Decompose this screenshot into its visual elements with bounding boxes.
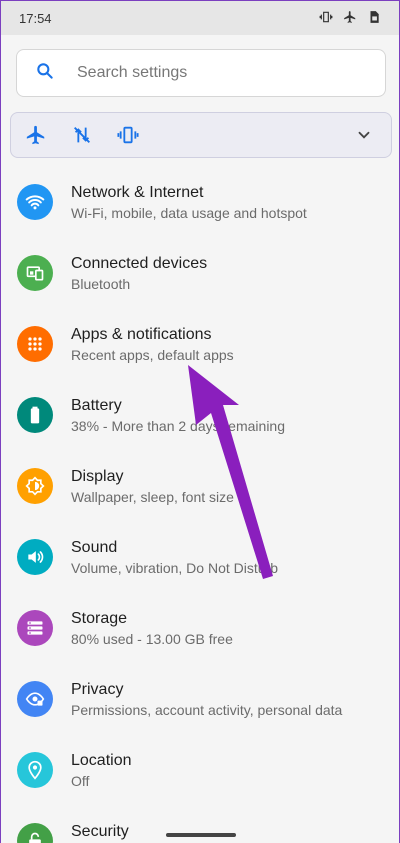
settings-item-display[interactable]: Display Wallpaper, sleep, font size — [1, 452, 400, 523]
volume-icon — [17, 539, 53, 575]
storage-icon — [17, 610, 53, 646]
no-data-icon[interactable] — [71, 124, 93, 146]
settings-item-title: Apps & notifications — [71, 326, 212, 343]
settings-item-subtitle: 80% used - 13.00 GB free — [71, 631, 233, 647]
battery-icon — [17, 397, 53, 433]
settings-list: Network & Internet Wi-Fi, mobile, data u… — [1, 168, 400, 843]
settings-item-title: Connected devices — [71, 255, 208, 272]
settings-item-location[interactable]: Location Off — [1, 736, 400, 807]
settings-item-subtitle: 38% - More than 2 days remaining — [71, 418, 285, 434]
vibrate-icon[interactable] — [117, 124, 139, 146]
brightness-icon — [17, 468, 53, 504]
search-input[interactable] — [77, 64, 357, 82]
location-pin-icon — [17, 752, 53, 788]
status-bar: 17:54 — [1, 1, 399, 35]
settings-item-title: Battery — [71, 397, 122, 414]
settings-item-network[interactable]: Network & Internet Wi-Fi, mobile, data u… — [1, 168, 400, 239]
search-icon — [35, 61, 55, 86]
settings-item-privacy[interactable]: Privacy Permissions, account activity, p… — [1, 665, 400, 736]
settings-item-title: Privacy — [71, 681, 124, 698]
settings-screen: Network & Internet Wi-Fi, mobile, data u… — [1, 35, 399, 843]
home-indicator[interactable] — [166, 833, 236, 837]
vibrate-icon — [319, 10, 333, 27]
status-icons — [319, 10, 381, 27]
settings-item-security[interactable]: Security — [1, 807, 400, 843]
settings-item-apps[interactable]: Apps & notifications Recent apps, defaul… — [1, 310, 400, 381]
settings-item-title: Display — [71, 468, 124, 485]
settings-item-title: Storage — [71, 610, 128, 627]
settings-item-subtitle: Recent apps, default apps — [71, 347, 234, 363]
settings-item-battery[interactable]: Battery 38% - More than 2 days remaining — [1, 381, 400, 452]
quick-settings-bar — [10, 112, 392, 158]
settings-item-subtitle: Wallpaper, sleep, font size — [71, 489, 234, 505]
airplane-icon — [343, 10, 357, 27]
settings-item-subtitle: Permissions, account activity, personal … — [71, 702, 343, 718]
devices-icon — [17, 255, 53, 291]
settings-item-subtitle: Bluetooth — [71, 276, 131, 292]
settings-item-storage[interactable]: Storage 80% used - 13.00 GB free — [1, 594, 400, 665]
settings-item-sound[interactable]: Sound Volume, vibration, Do Not Disturb — [1, 523, 400, 594]
settings-item-connected-devices[interactable]: Connected devices Bluetooth — [1, 239, 400, 310]
settings-item-subtitle: Wi-Fi, mobile, data usage and hotspot — [71, 205, 307, 221]
chevron-down-icon[interactable] — [355, 126, 373, 144]
eye-icon — [17, 681, 53, 717]
lock-icon — [17, 823, 53, 843]
settings-item-title: Location — [71, 752, 132, 769]
airplane-icon[interactable] — [25, 124, 47, 146]
settings-item-subtitle: Volume, vibration, Do Not Disturb — [71, 560, 278, 576]
wifi-icon — [17, 184, 53, 220]
status-time: 17:54 — [19, 10, 52, 26]
settings-item-title: Security — [71, 823, 129, 840]
settings-item-title: Network & Internet — [71, 184, 204, 201]
search-bar[interactable] — [16, 49, 386, 97]
settings-item-subtitle: Off — [71, 773, 90, 789]
apps-grid-icon — [17, 326, 53, 362]
settings-item-title: Sound — [71, 539, 118, 556]
sim-icon — [367, 10, 381, 27]
